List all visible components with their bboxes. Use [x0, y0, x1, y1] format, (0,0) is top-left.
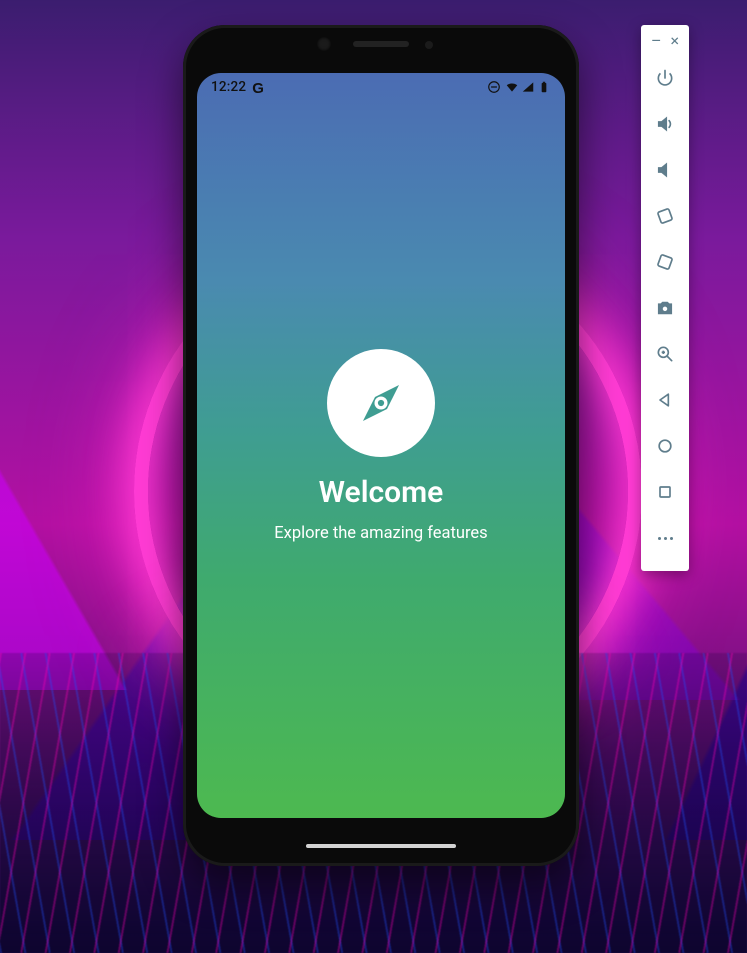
nav-overview-button[interactable] — [641, 469, 689, 515]
app-splash-screen: Welcome Explore the amazing features — [197, 73, 565, 818]
rotate-right-button[interactable] — [641, 239, 689, 285]
volume-up-button[interactable] — [641, 101, 689, 147]
more-icon — [658, 537, 673, 540]
emulator-device-frame: 12:22 G Welcome Explore the amazing fe — [183, 25, 579, 866]
emulator-toolbar: – × — [641, 25, 689, 571]
device-camera-dot — [317, 37, 331, 51]
splash-title: Welcome — [319, 475, 444, 510]
emulator-minimize-button[interactable]: – — [651, 33, 662, 49]
volume-down-button[interactable] — [641, 147, 689, 193]
device-screen[interactable]: 12:22 G Welcome Explore the amazing fe — [197, 73, 565, 818]
device-earpiece — [353, 41, 409, 47]
rotate-left-button[interactable] — [641, 193, 689, 239]
device-sensor-dot — [425, 41, 433, 49]
zoom-button[interactable] — [641, 331, 689, 377]
power-button[interactable] — [641, 55, 689, 101]
nav-back-button[interactable] — [641, 377, 689, 423]
gesture-home-bar[interactable] — [306, 844, 456, 848]
splash-subtitle: Explore the amazing features — [274, 524, 487, 543]
more-options-button[interactable] — [641, 515, 689, 561]
screenshot-button[interactable] — [641, 285, 689, 331]
nav-home-button[interactable] — [641, 423, 689, 469]
emulator-close-button[interactable]: × — [670, 33, 679, 49]
explore-icon — [327, 349, 435, 457]
